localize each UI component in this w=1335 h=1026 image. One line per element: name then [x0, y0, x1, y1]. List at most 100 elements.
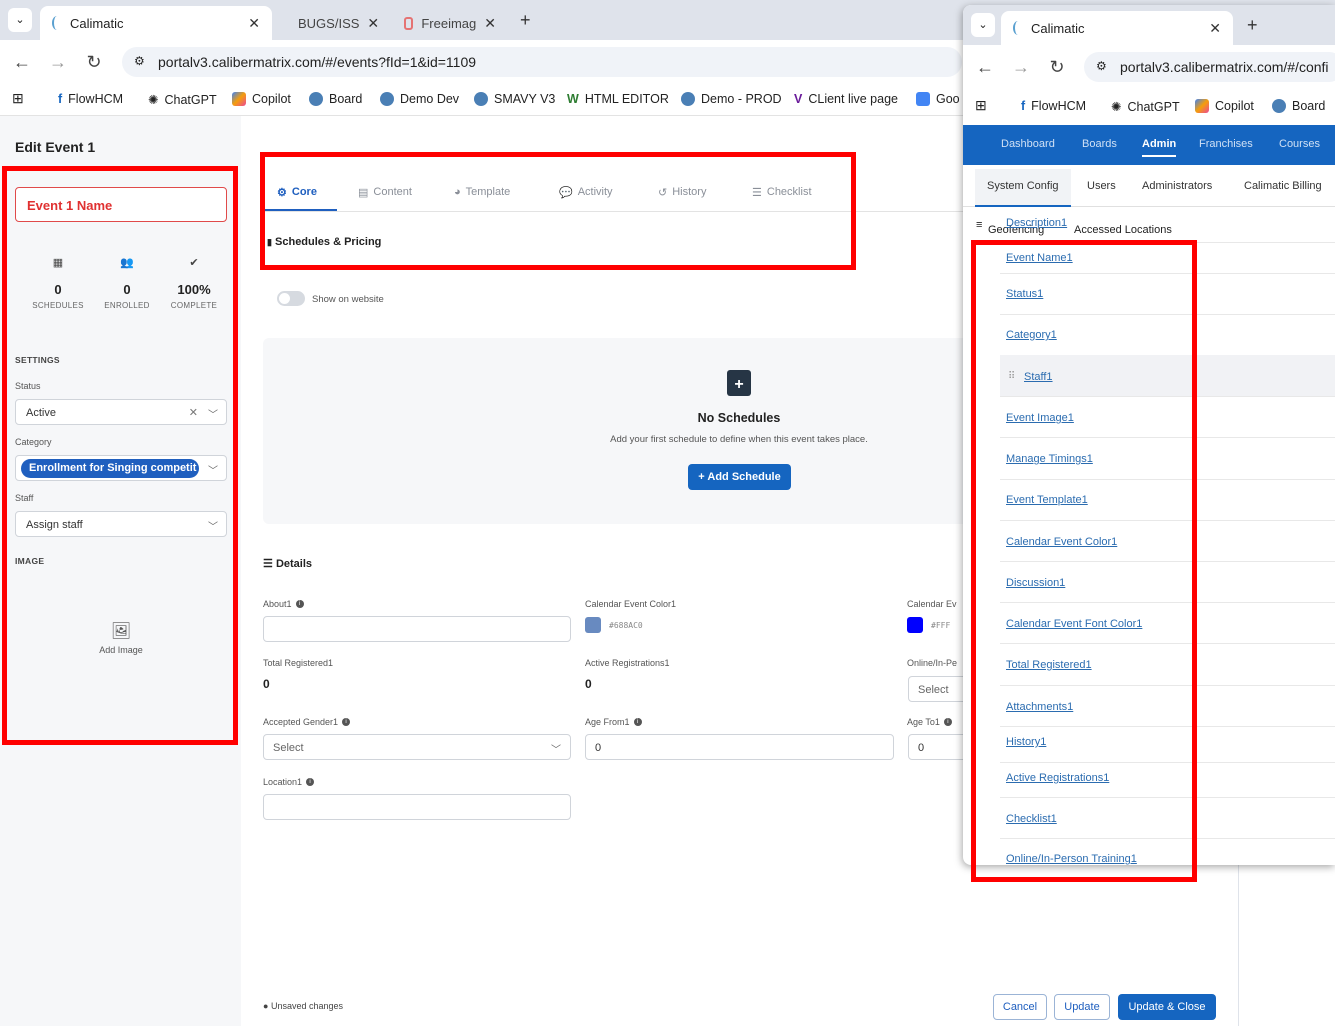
nav-courses[interactable]: Courses	[1279, 138, 1320, 150]
back-icon[interactable]: ←	[973, 55, 997, 79]
browser-tab-bugs[interactable]: BUGS/ISS ✕	[278, 6, 388, 40]
dot-icon: ●	[263, 1001, 269, 1011]
info-icon: i	[306, 778, 315, 786]
back-icon[interactable]: ←	[10, 50, 34, 74]
close-icon[interactable]: ✕	[248, 15, 260, 32]
bookmark-board[interactable]: Board	[1272, 99, 1325, 113]
v-icon: V	[794, 92, 803, 106]
calimatic-favicon-icon	[1013, 21, 1023, 35]
browser-tab-calimatic[interactable]: Calimatic ✕	[40, 6, 272, 40]
subnav-users[interactable]: Users	[1087, 180, 1116, 192]
cancel-button[interactable]: Cancel	[993, 994, 1047, 1020]
calendar-font-color-hex: #FFF	[931, 621, 951, 630]
bookmark-demo-prod[interactable]: Demo - PROD	[681, 92, 782, 106]
update-button[interactable]: Update	[1054, 994, 1110, 1020]
plus-icon: +	[698, 471, 705, 483]
bookmark-board[interactable]: Board	[309, 92, 362, 106]
about-label: About1 i	[263, 599, 304, 609]
location-label: Location1 i	[263, 777, 315, 787]
side-item-accessed-locations[interactable]: Accessed Locations	[1074, 224, 1172, 236]
show-on-website-toggle[interactable]	[277, 291, 305, 306]
w-icon: W	[567, 92, 579, 106]
flowhcm-icon: f	[58, 92, 63, 106]
reload-icon[interactable]: ↻	[1045, 55, 1069, 79]
info-icon: i	[295, 600, 304, 608]
nav-franchises[interactable]: Franchises	[1199, 138, 1253, 150]
calimatic-icon	[1272, 99, 1286, 113]
popup-tab-calimatic[interactable]: Calimatic ✕	[1001, 11, 1233, 45]
site-info-icon[interactable]: ⚙	[1096, 59, 1107, 73]
details-header: ☰ Details	[263, 558, 313, 570]
age-from-input[interactable]: 0	[585, 734, 894, 760]
apps-icon[interactable]: ⊞	[12, 90, 24, 107]
calendar-color-label: Calendar Event Color1	[585, 599, 677, 609]
close-icon[interactable]: ✕	[367, 15, 379, 32]
right-divider	[1238, 856, 1239, 1026]
url-field[interactable]: ⚙ portalv3.calibermatrix.com/#/events?fI…	[122, 47, 962, 77]
about-input[interactable]	[263, 616, 571, 642]
add-schedule-button[interactable]: + Add Schedule	[688, 464, 791, 490]
bookmark-copilot[interactable]: Copilot	[1195, 99, 1254, 113]
bookmark-flowhcm[interactable]: f FlowHCM	[58, 92, 123, 106]
total-registered-label: Total Registered1	[263, 658, 334, 668]
close-icon[interactable]: ✕	[1209, 20, 1221, 37]
tab-search-button[interactable]: ⌄	[8, 8, 32, 32]
subnav-administrators[interactable]: Administrators	[1142, 180, 1212, 192]
new-tab-button[interactable]: +	[520, 10, 531, 31]
freeimage-favicon-icon	[404, 16, 414, 30]
hamburger-icon[interactable]: ≡	[976, 219, 982, 231]
age-to-input[interactable]: 0	[908, 734, 968, 760]
calimatic-icon	[380, 92, 394, 106]
bookmark-goo[interactable]: Goo	[916, 92, 960, 106]
gender-label: Accepted Gender1 i	[263, 717, 351, 727]
location-input[interactable]	[263, 794, 571, 820]
calendar-color-swatch[interactable]	[585, 617, 601, 633]
total-registered-value: 0	[263, 677, 270, 691]
calimatic-icon	[474, 92, 488, 106]
reload-icon[interactable]: ↻	[82, 50, 106, 74]
bookmark-chatgpt[interactable]: ✺ ChatGPT	[148, 92, 217, 108]
side-item-geofencing[interactable]: Geofencing	[988, 224, 1044, 236]
info-icon: i	[943, 718, 952, 726]
unsaved-changes-indicator: ● Unsaved changes	[263, 1001, 344, 1011]
subnav-system-config[interactable]: System Config	[975, 169, 1071, 207]
forward-icon[interactable]: →	[1009, 55, 1033, 79]
subnav-calimatic-billing[interactable]: Calimatic Billing	[1244, 180, 1322, 192]
nav-admin[interactable]: Admin	[1142, 138, 1177, 157]
bookmark-demo-dev[interactable]: Demo Dev	[380, 92, 459, 106]
page-title: Edit Event 1	[15, 139, 96, 155]
calendar-color-hex: #688AC0	[609, 621, 643, 630]
bookmark-html-editor[interactable]: W HTML EDITOR	[567, 92, 669, 106]
gender-select[interactable]: Select ﹀	[263, 734, 571, 760]
calendar-font-color-swatch[interactable]	[907, 617, 923, 633]
nav-dashboard[interactable]: Dashboard	[1001, 138, 1055, 150]
calimatic-icon	[681, 92, 695, 106]
update-close-button[interactable]: Update & Close	[1118, 994, 1216, 1020]
site-info-icon[interactable]: ⚙	[134, 54, 145, 68]
new-tab-button[interactable]: +	[1247, 15, 1258, 36]
popup-tab-strip: ⌄ Calimatic ✕ +	[963, 5, 1335, 45]
flowhcm-icon: f	[1021, 99, 1026, 113]
bookmark-flowhcm[interactable]: f FlowHCM	[1021, 99, 1086, 113]
online-select[interactable]: Select	[908, 676, 968, 702]
browser-tab-freeimage[interactable]: Freeimag ✕	[392, 6, 508, 40]
popup-url-field[interactable]: ⚙ portalv3.calibermatrix.com/#/confi	[1084, 52, 1335, 82]
annotation-box-left	[2, 166, 238, 745]
calendar-font-color-label: Calendar Ev	[907, 599, 957, 609]
tab-title: Calimatic	[70, 15, 124, 31]
calimatic-favicon-icon	[52, 16, 62, 30]
bookmark-copilot[interactable]: Copilot	[232, 92, 291, 106]
popup-main-nav: Dashboard Boards Admin Franchises Course…	[963, 125, 1335, 165]
close-icon[interactable]: ✕	[484, 15, 496, 32]
popup-address-row: ← → ↻ ⚙ portalv3.calibermatrix.com/#/con…	[963, 45, 1335, 89]
forward-icon[interactable]: →	[46, 50, 70, 74]
bookmark-client-live[interactable]: V CLient live page	[794, 92, 898, 106]
age-from-label: Age From1 i	[585, 717, 642, 727]
apps-icon[interactable]: ⊞	[975, 97, 987, 114]
tab-search-button[interactable]: ⌄	[971, 13, 995, 37]
nav-boards[interactable]: Boards	[1082, 138, 1117, 150]
bookmark-smavy[interactable]: SMAVY V3	[474, 92, 555, 106]
info-icon: i	[633, 718, 642, 726]
bookmark-chatgpt[interactable]: ✺ ChatGPT	[1111, 99, 1180, 115]
show-on-website-label: Show on website	[312, 294, 384, 305]
